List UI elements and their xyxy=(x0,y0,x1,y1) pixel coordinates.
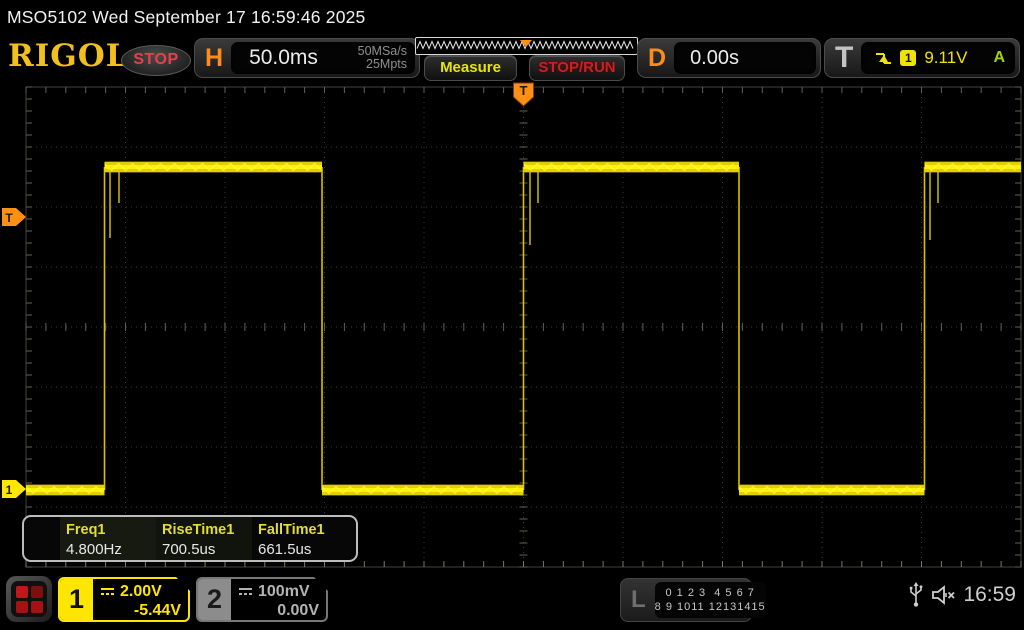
trigger-label: T xyxy=(825,41,861,75)
channel1-status[interactable]: 1 2.00V -5.44V xyxy=(58,577,190,622)
oscilloscope-screen: MSO5102 Wed September 17 16:59:46 2025 R… xyxy=(0,0,1024,630)
clock: 16:59 xyxy=(963,583,1016,607)
trigger-mode: A xyxy=(993,49,1005,67)
logic-channel-numbers: 0 1 2 3 4 5 6 7 8 9 1011 12131415 xyxy=(655,582,766,618)
svg-text:1: 1 xyxy=(6,483,13,497)
delay-label: D xyxy=(638,44,674,73)
horizontal-panel[interactable]: H 50.0ms 50MSa/s 25Mpts xyxy=(194,38,420,78)
grid-icon xyxy=(11,581,47,617)
trigger-position-marker[interactable]: T xyxy=(514,83,534,106)
logic-channels-status[interactable]: L 0 1 2 3 4 5 6 7 8 9 1011 12131415 xyxy=(620,578,752,622)
channel2-number: 2 xyxy=(198,579,231,620)
channel1-number: 1 xyxy=(60,579,93,620)
thumbnail-waveform-icon xyxy=(416,38,635,52)
measurement-results-popup[interactable]: Freq1 4.800Hz RiseTime1 700.5us FallTime… xyxy=(22,515,358,562)
waveform-display: T T 1 xyxy=(0,82,1024,572)
sound-muted-icon xyxy=(930,584,956,606)
record-waveform-thumbnail[interactable] xyxy=(415,37,638,55)
dc-coupling-icon xyxy=(238,587,253,596)
delay-panel[interactable]: D 0.00s xyxy=(637,38,821,78)
channel1-scale: 2.00V xyxy=(120,582,162,601)
run-state-badge[interactable]: STOP xyxy=(121,45,191,76)
falling-edge-trigger-icon xyxy=(875,51,892,65)
measurement-item: FallTime1 661.5us xyxy=(252,517,348,560)
logic-label: L xyxy=(621,586,655,614)
measurement-item: Freq1 4.800Hz xyxy=(60,517,156,560)
trigger-level-marker[interactable]: T xyxy=(2,208,26,226)
channel-status-bar: 1 2.00V -5.44V 2 xyxy=(0,570,1024,630)
usb-icon xyxy=(909,582,923,608)
sample-rate: 50MSa/s xyxy=(358,44,407,58)
trigger-panel[interactable]: T 1 9.11V A xyxy=(824,38,1020,78)
channel1-waveform xyxy=(26,161,1021,496)
delay-value: 0.00s xyxy=(674,47,739,70)
model-datetime-bar: MSO5102 Wed September 17 16:59:46 2025 xyxy=(0,0,1024,36)
measurement-item: RiseTime1 700.5us xyxy=(156,517,252,560)
acquisition-rates: 50MSa/s 25Mpts xyxy=(358,45,415,71)
horizontal-label: H xyxy=(195,44,231,73)
stop-run-button[interactable]: STOP/RUN xyxy=(529,55,625,81)
header-bar: RIGOL STOP H 50.0ms 50MSa/s 25Mpts Measu… xyxy=(0,36,1024,82)
svg-text:T: T xyxy=(5,211,13,225)
timebase-value: 50.0ms xyxy=(231,46,358,70)
svg-text:T: T xyxy=(520,83,528,98)
memory-depth: 25Mpts xyxy=(366,57,407,71)
channel1-offset: -5.44V xyxy=(100,601,181,620)
trigger-source-badge: 1 xyxy=(900,50,916,66)
channel2-status[interactable]: 2 100mV 0.00V xyxy=(196,577,328,622)
trigger-level-value: 9.11V xyxy=(924,48,967,68)
measure-button[interactable]: Measure xyxy=(424,55,517,81)
channel2-scale: 100mV xyxy=(258,582,310,601)
channel1-zero-marker[interactable]: 1 xyxy=(2,480,26,498)
function-grid-button[interactable] xyxy=(6,576,52,622)
dc-coupling-icon xyxy=(100,587,115,596)
channel2-offset: 0.00V xyxy=(238,601,319,620)
rigol-logo: RIGOL xyxy=(8,38,129,74)
